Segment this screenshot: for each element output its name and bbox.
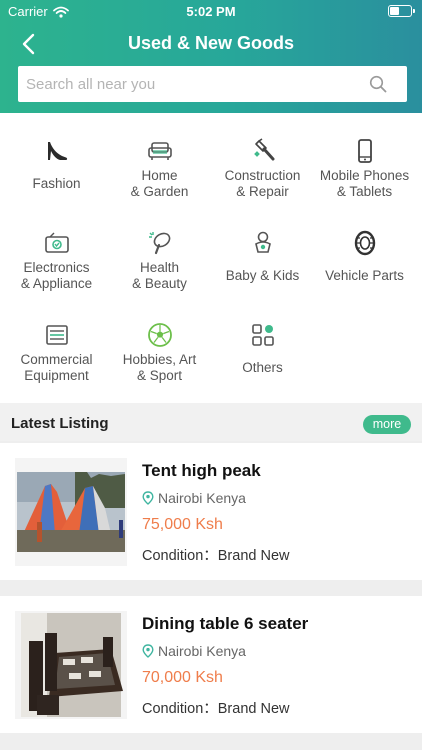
category-construction-repair[interactable]: Construction & Repair [210, 113, 315, 205]
listing-card[interactable]: Tent high peak Nairobi Kenya 75,000 Ksh … [0, 443, 422, 580]
category-vehicle-parts[interactable]: Vehicle Parts [312, 205, 417, 297]
listing-location: Nairobi Kenya [142, 643, 246, 659]
page-title: Used & New Goods [127, 33, 295, 53]
category-label: Fashion [32, 176, 81, 191]
listing-condition: Condition：Brand New [142, 701, 290, 717]
category-commercial-equipment[interactable]: Commercial Equipment [4, 297, 109, 389]
listing-price: 70,000 Ksh [142, 669, 223, 686]
category-label: Home & Garden [130, 168, 189, 199]
search-input[interactable] [26, 66, 366, 102]
tent-image [15, 458, 127, 566]
category-home-garden[interactable]: Home & Garden [107, 113, 212, 205]
location-text: Nairobi Kenya [158, 643, 246, 659]
dining-table-image [15, 611, 127, 719]
more-button[interactable]: more [363, 415, 411, 434]
category-others[interactable]: Others [210, 297, 315, 389]
tire-icon [354, 230, 375, 256]
search-icon[interactable] [369, 75, 387, 93]
equipment-icon [45, 325, 68, 345]
radio-icon [44, 232, 69, 253]
category-mobile-phones-tablets[interactable]: Mobile Phones & Tablets [312, 113, 417, 205]
category-baby-kids[interactable]: Baby & Kids [210, 205, 315, 297]
listing-card[interactable]: Dining table 6 seater Nairobi Kenya 70,0… [0, 596, 422, 733]
status-time: 5:02 PM [186, 4, 236, 19]
listing-location: Nairobi Kenya [142, 490, 246, 506]
category-label: Baby & Kids [225, 268, 300, 283]
category-electronics-appliance[interactable]: Electronics & Appliance [4, 205, 109, 297]
heel-shoe-icon [47, 142, 67, 160]
category-label: Vehicle Parts [325, 268, 404, 283]
soccer-ball-icon [147, 323, 172, 347]
listing-title: Tent high peak [142, 461, 261, 480]
location-pin-icon [142, 491, 154, 505]
category-label: Health & Beauty [132, 260, 187, 291]
smartphone-icon [357, 139, 372, 163]
category-fashion[interactable]: Fashion [4, 113, 109, 205]
section-title: Latest Listing [11, 415, 109, 432]
category-label: Hobbies, Art & Sport [122, 352, 197, 383]
latest-listing-header: Latest Listing more [0, 403, 422, 441]
grid-icon [251, 324, 274, 346]
listing-thumbnail [15, 458, 127, 566]
listing-title: Dining table 6 seater [142, 614, 309, 633]
category-label: Commercial Equipment [20, 352, 93, 383]
battery-icon [388, 5, 415, 17]
search-bar[interactable] [18, 66, 407, 102]
location-text: Nairobi Kenya [158, 490, 246, 506]
listing-condition: Condition：Brand New [142, 548, 290, 564]
hairdryer-icon [148, 232, 170, 255]
category-hobbies-art-sport[interactable]: Hobbies, Art & Sport [107, 297, 212, 389]
category-grid: Fashion Home & Garden Construction & Rep… [0, 113, 422, 403]
baby-icon [254, 231, 271, 253]
sofa-icon [147, 142, 172, 160]
category-label: Electronics & Appliance [20, 260, 93, 291]
status-bar: Carrier 5:02 PM [0, 0, 422, 22]
location-pin-icon [142, 644, 154, 658]
header: Carrier 5:02 PM Used & New Goods [0, 0, 422, 113]
category-health-beauty[interactable]: Health & Beauty [107, 205, 212, 297]
category-label: Construction & Repair [224, 168, 301, 199]
hammer-icon [253, 138, 274, 161]
category-label: Mobile Phones & Tablets [319, 168, 410, 199]
category-label: Others [242, 360, 283, 375]
listing-thumbnail [15, 611, 127, 719]
listing-price: 75,000 Ksh [142, 516, 223, 533]
